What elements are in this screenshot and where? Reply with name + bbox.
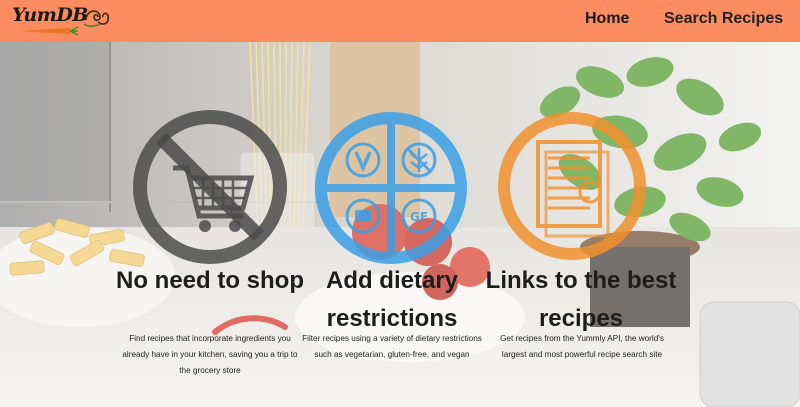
nav-home-link[interactable]: Home (585, 10, 629, 28)
dietary-restrictions-icon: GF (315, 112, 467, 264)
brand-logo[interactable]: YumDB (10, 2, 110, 38)
feature-desc-shop: Find recipes that incorporate ingredient… (122, 334, 298, 375)
feature-desc-links: Get recipes from the Yummly API, the wor… (500, 334, 664, 359)
navbar: YumDB Home Search Recipes (0, 0, 800, 42)
carrot-icon (18, 26, 79, 36)
nav-search-recipes-link[interactable]: Search Recipes (664, 10, 783, 28)
svg-text:GF: GF (410, 210, 428, 224)
no-shopping-cart-icon (133, 110, 287, 264)
recipe-document-icon (498, 112, 646, 260)
feature-title-links: Links to the best recipes (485, 267, 677, 332)
brand-name: YumDB (12, 4, 88, 26)
feature-title-dietary: Add dietary restrictions (325, 267, 459, 332)
feature-desc-dietary: Filter recipes using a variety of dietar… (302, 334, 482, 359)
swirl-icon (83, 10, 110, 27)
